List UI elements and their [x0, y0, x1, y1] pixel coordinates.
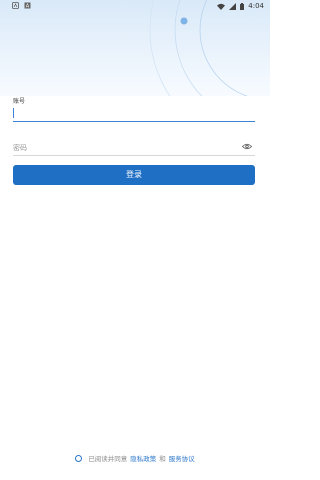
battery-icon: [240, 2, 245, 10]
svg-text:A: A: [26, 4, 30, 9]
app-notification-icon: [12, 2, 19, 9]
password-input[interactable]: 密码: [13, 139, 255, 156]
a-badge-icon: A: [24, 2, 31, 9]
login-button[interactable]: 登录: [13, 165, 255, 185]
text-cursor: [13, 108, 14, 118]
signal-icon: [229, 2, 237, 10]
agreement-row: 已阅读并同意 隐私政策 和 服务协议: [0, 452, 270, 464]
account-input[interactable]: [13, 105, 255, 122]
wifi-icon: [217, 3, 226, 10]
service-agreement-link[interactable]: 服务协议: [169, 453, 195, 463]
agreement-conjunction: 和: [159, 455, 166, 463]
agree-checkbox[interactable]: [75, 454, 83, 462]
status-time: 4:04: [248, 2, 264, 10]
eye-icon[interactable]: [242, 143, 252, 150]
password-placeholder: 密码: [13, 144, 27, 152]
header-background: [0, 0, 270, 96]
account-label: 账号: [13, 98, 26, 105]
agreement-prefix: 已阅读并同意: [88, 455, 128, 463]
decorative-circles: [149, 0, 248, 96]
privacy-policy-link[interactable]: 隐私政策: [130, 453, 156, 463]
status-bar: A 4:04: [0, 0, 270, 12]
